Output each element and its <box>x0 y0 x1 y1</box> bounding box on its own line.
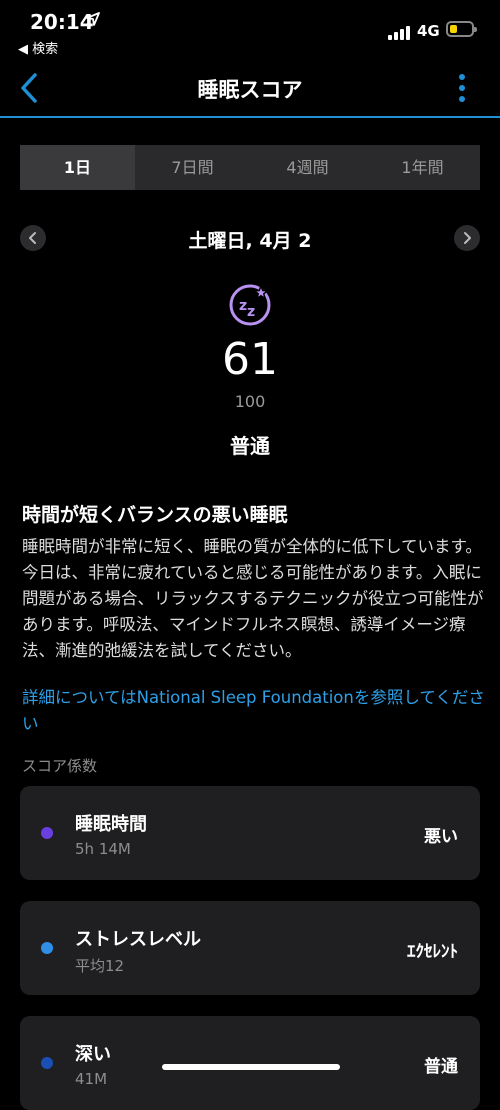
factor-rating: ｴｸｾﾚﾝﾄ <box>407 942 458 962</box>
cellular-signal-icon <box>388 24 412 40</box>
summary-description: 睡眠時間が非常に短く、睡眠の質が全体的に低下しています。今日は、非常に疲れている… <box>22 537 484 660</box>
sleep-score-value: 61 <box>222 334 278 385</box>
national-sleep-foundation-link[interactable]: 詳細についてはNational Sleep Foundationを参照してくださ… <box>22 685 492 737</box>
sleep-zz-icon: z z <box>229 283 271 326</box>
summary-headline: 時間が短くバランスの悪い睡眠 <box>22 504 288 526</box>
factor-rating: 普通 <box>424 1057 458 1077</box>
factor-dot <box>41 1057 53 1069</box>
factor-dot <box>41 942 53 954</box>
battery-icon <box>446 21 477 37</box>
tab-7days[interactable]: 7日間 <box>135 145 250 190</box>
date-selector: 土曜日, 4月 2 <box>0 222 500 254</box>
factor-detail: 平均12 <box>75 957 125 975</box>
tab-1day[interactable]: 1日 <box>20 145 135 190</box>
location-arrow-icon <box>86 12 100 26</box>
factor-title: ストレスレベル <box>75 929 201 950</box>
status-bar: 20:14 ◀ 検索 4G <box>0 0 500 60</box>
more-options-icon[interactable] <box>459 74 467 107</box>
back-to-search-link[interactable]: ◀ 検索 <box>18 38 58 57</box>
factor-card-sleep-duration[interactable]: 睡眠時間 5h 14M 悪い <box>20 786 480 880</box>
network-type: 4G <box>417 22 440 40</box>
sleep-score-rating: 普通 <box>230 434 270 458</box>
tab-4weeks[interactable]: 4週間 <box>250 145 365 190</box>
period-tabs: 1日 7日間 4週間 1年間 <box>20 145 480 190</box>
factor-rating: 悪い <box>424 827 458 847</box>
selected-date: 土曜日, 4月 2 <box>188 230 312 252</box>
score-factors-heading: スコア係数 <box>22 757 98 775</box>
factor-detail: 5h 14M <box>75 840 131 858</box>
page-title: 睡眠スコア <box>197 78 303 102</box>
factor-title: 睡眠時間 <box>75 814 147 835</box>
next-day-button[interactable] <box>454 225 480 251</box>
tab-1year[interactable]: 1年間 <box>365 145 480 190</box>
factor-title: 深い <box>75 1044 111 1065</box>
factor-detail: 41M <box>75 1070 108 1088</box>
factor-dot <box>41 827 53 839</box>
nav-bar: 睡眠スコア <box>0 60 500 118</box>
factor-card-stress[interactable]: ストレスレベル 平均12 ｴｸｾﾚﾝﾄ <box>20 901 480 995</box>
factor-card-deep-sleep[interactable]: 深い 41M 普通 <box>20 1016 480 1110</box>
chevron-right-icon <box>464 232 471 244</box>
status-time: 20:14 <box>30 10 94 34</box>
svg-text:z: z <box>239 298 247 314</box>
sleep-score-max: 100 <box>234 392 266 411</box>
home-indicator[interactable] <box>162 1064 340 1070</box>
svg-text:z: z <box>247 304 255 320</box>
